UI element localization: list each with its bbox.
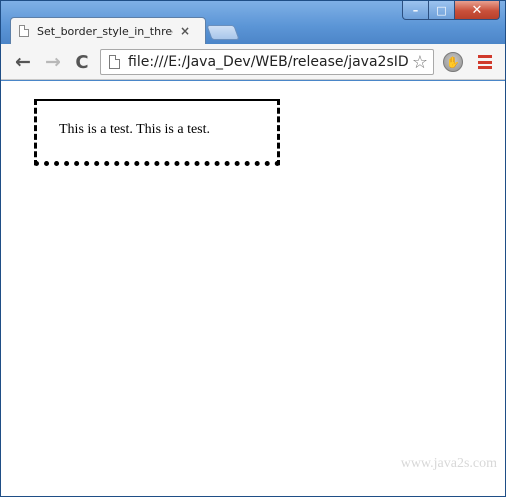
window-controls: – □ ✕ bbox=[402, 1, 500, 21]
title-bar: – □ ✕ Set_border_style_in_three_ × bbox=[1, 1, 505, 44]
bordered-box: This is a test. This is a test. bbox=[34, 99, 280, 166]
page-content: This is a test. This is a test. www.java… bbox=[1, 81, 505, 496]
bookmark-star-icon[interactable]: ☆ bbox=[408, 51, 432, 73]
page-icon bbox=[109, 55, 120, 69]
new-tab-button[interactable] bbox=[206, 25, 240, 40]
demo-text: This is a test. This is a test. bbox=[59, 122, 211, 137]
tab-close-icon[interactable]: × bbox=[180, 24, 190, 38]
menu-icon[interactable] bbox=[477, 54, 493, 70]
browser-toolbar: ← → C file:///E:/Java_Dev/WEB/release/ja… bbox=[1, 44, 505, 80]
page-icon bbox=[19, 25, 29, 37]
address-bar[interactable]: file:///E:/Java_Dev/WEB/release/java2sID… bbox=[100, 49, 434, 75]
url-text[interactable]: file:///E:/Java_Dev/WEB/release/java2sID bbox=[128, 54, 413, 70]
forward-button[interactable]: → bbox=[41, 50, 65, 74]
browser-window: – □ ✕ Set_border_style_in_three_ × ← → C… bbox=[0, 0, 506, 497]
back-button[interactable]: ← bbox=[11, 50, 35, 74]
menu-bar bbox=[478, 60, 492, 64]
maximize-button[interactable]: □ bbox=[429, 1, 455, 20]
close-window-button[interactable]: ✕ bbox=[455, 1, 500, 20]
minimize-button[interactable]: – bbox=[402, 1, 429, 20]
tab-title: Set_border_style_in_three_ bbox=[37, 24, 173, 38]
watermark: www.java2s.com bbox=[400, 456, 497, 471]
menu-bar bbox=[478, 55, 492, 58]
extension-icon[interactable]: ✋ bbox=[443, 52, 463, 72]
reload-button[interactable]: C bbox=[70, 50, 94, 74]
browser-tab[interactable]: Set_border_style_in_three_ × bbox=[10, 17, 206, 44]
menu-bar bbox=[478, 66, 492, 69]
